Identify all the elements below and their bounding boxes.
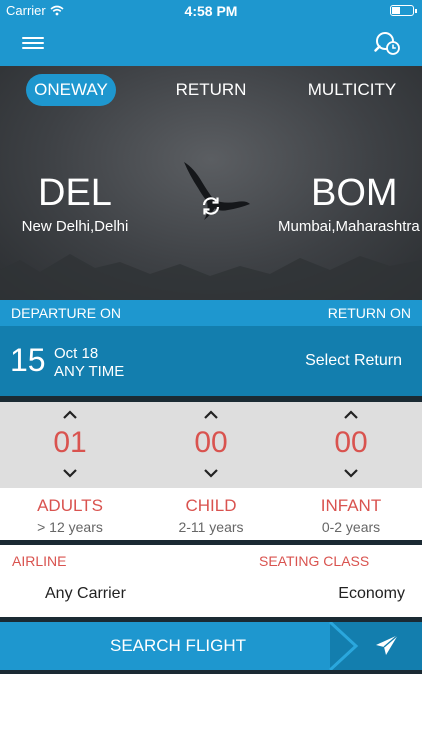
chevron-down-icon[interactable] [60, 468, 80, 480]
child-count: 00 [194, 426, 228, 459]
divider [0, 670, 422, 674]
flight-options: AIRLINE SEATING CLASS Any Carrier Econom… [0, 545, 422, 617]
adults-label: ADULTS [37, 496, 103, 515]
adults-age-range: > 12 years [37, 519, 103, 535]
chevron-up-icon[interactable] [341, 408, 361, 420]
origin-code[interactable]: DEL [38, 172, 112, 215]
select-return-button[interactable]: Select Return [305, 352, 402, 370]
child-age-range: 2-11 years [178, 519, 244, 535]
swap-icon[interactable] [199, 194, 223, 218]
child-label: CHILD [185, 496, 237, 515]
return-label: RETURN ON [327, 305, 411, 321]
seating-class-label: SEATING CLASS [259, 553, 370, 569]
child-label-group: CHILD 2-11 years [141, 496, 281, 535]
infant-counter: 00 [301, 402, 401, 488]
infant-label-group: INFANT 0-2 years [281, 496, 421, 535]
origin-city[interactable]: New Delhi,Delhi [10, 218, 140, 236]
passenger-counters: 01 00 00 [0, 402, 422, 488]
forest-background [0, 254, 422, 300]
destination-code[interactable]: BOM [311, 172, 398, 215]
hamburger-menu-icon[interactable] [22, 34, 44, 54]
nav-bar [0, 22, 422, 66]
tab-oneway[interactable]: ONEWAY [26, 74, 116, 106]
tab-return[interactable]: RETURN [166, 74, 256, 106]
destination-city[interactable]: Mumbai,Maharashtra [278, 218, 420, 236]
search-history-icon[interactable] [374, 30, 402, 58]
status-time: 4:58 PM [184, 3, 238, 19]
airplane-icon [376, 634, 399, 655]
date-selection: 15 Oct 18 ANY TIME Select Return [0, 326, 422, 396]
status-bar: Carrier 4:58 PM [0, 0, 422, 22]
trip-type-tabs: ONEWAY RETURN MULTICITY [0, 74, 422, 106]
departure-month[interactable]: Oct 18 [54, 345, 98, 362]
infant-count: 00 [334, 426, 368, 459]
chevron-right-icon [328, 622, 359, 670]
chevron-up-icon[interactable] [201, 408, 221, 420]
departure-time[interactable]: ANY TIME [54, 363, 124, 380]
infant-label: INFANT [320, 496, 382, 515]
seating-class-selector[interactable]: Economy [338, 585, 405, 603]
chevron-down-icon[interactable] [341, 468, 361, 480]
adults-counter: 01 [20, 402, 120, 488]
route-hero: ONEWAY RETURN MULTICITY DEL New Delhi,De… [0, 66, 422, 300]
departure-label: DEPARTURE ON [11, 305, 121, 321]
chevron-down-icon[interactable] [201, 468, 221, 480]
passenger-labels: ADULTS > 12 years CHILD 2-11 years INFAN… [0, 488, 422, 540]
chevron-up-icon[interactable] [60, 408, 80, 420]
date-labels-bar: DEPARTURE ON RETURN ON [0, 300, 422, 326]
battery-icon [390, 5, 417, 16]
child-counter: 00 [161, 402, 261, 488]
airline-label: AIRLINE [12, 553, 67, 569]
search-flight-label: SEARCH FLIGHT [109, 636, 247, 655]
airline-selector[interactable]: Any Carrier [45, 585, 126, 603]
infant-age-range: 0-2 years [321, 519, 381, 535]
tab-multicity[interactable]: MULTICITY [298, 74, 406, 106]
adults-count: 01 [53, 426, 87, 459]
departure-day[interactable]: 15 [10, 342, 46, 379]
adults-label-group: ADULTS > 12 years [0, 496, 140, 535]
search-flight-button[interactable]: SEARCH FLIGHT [0, 622, 422, 670]
